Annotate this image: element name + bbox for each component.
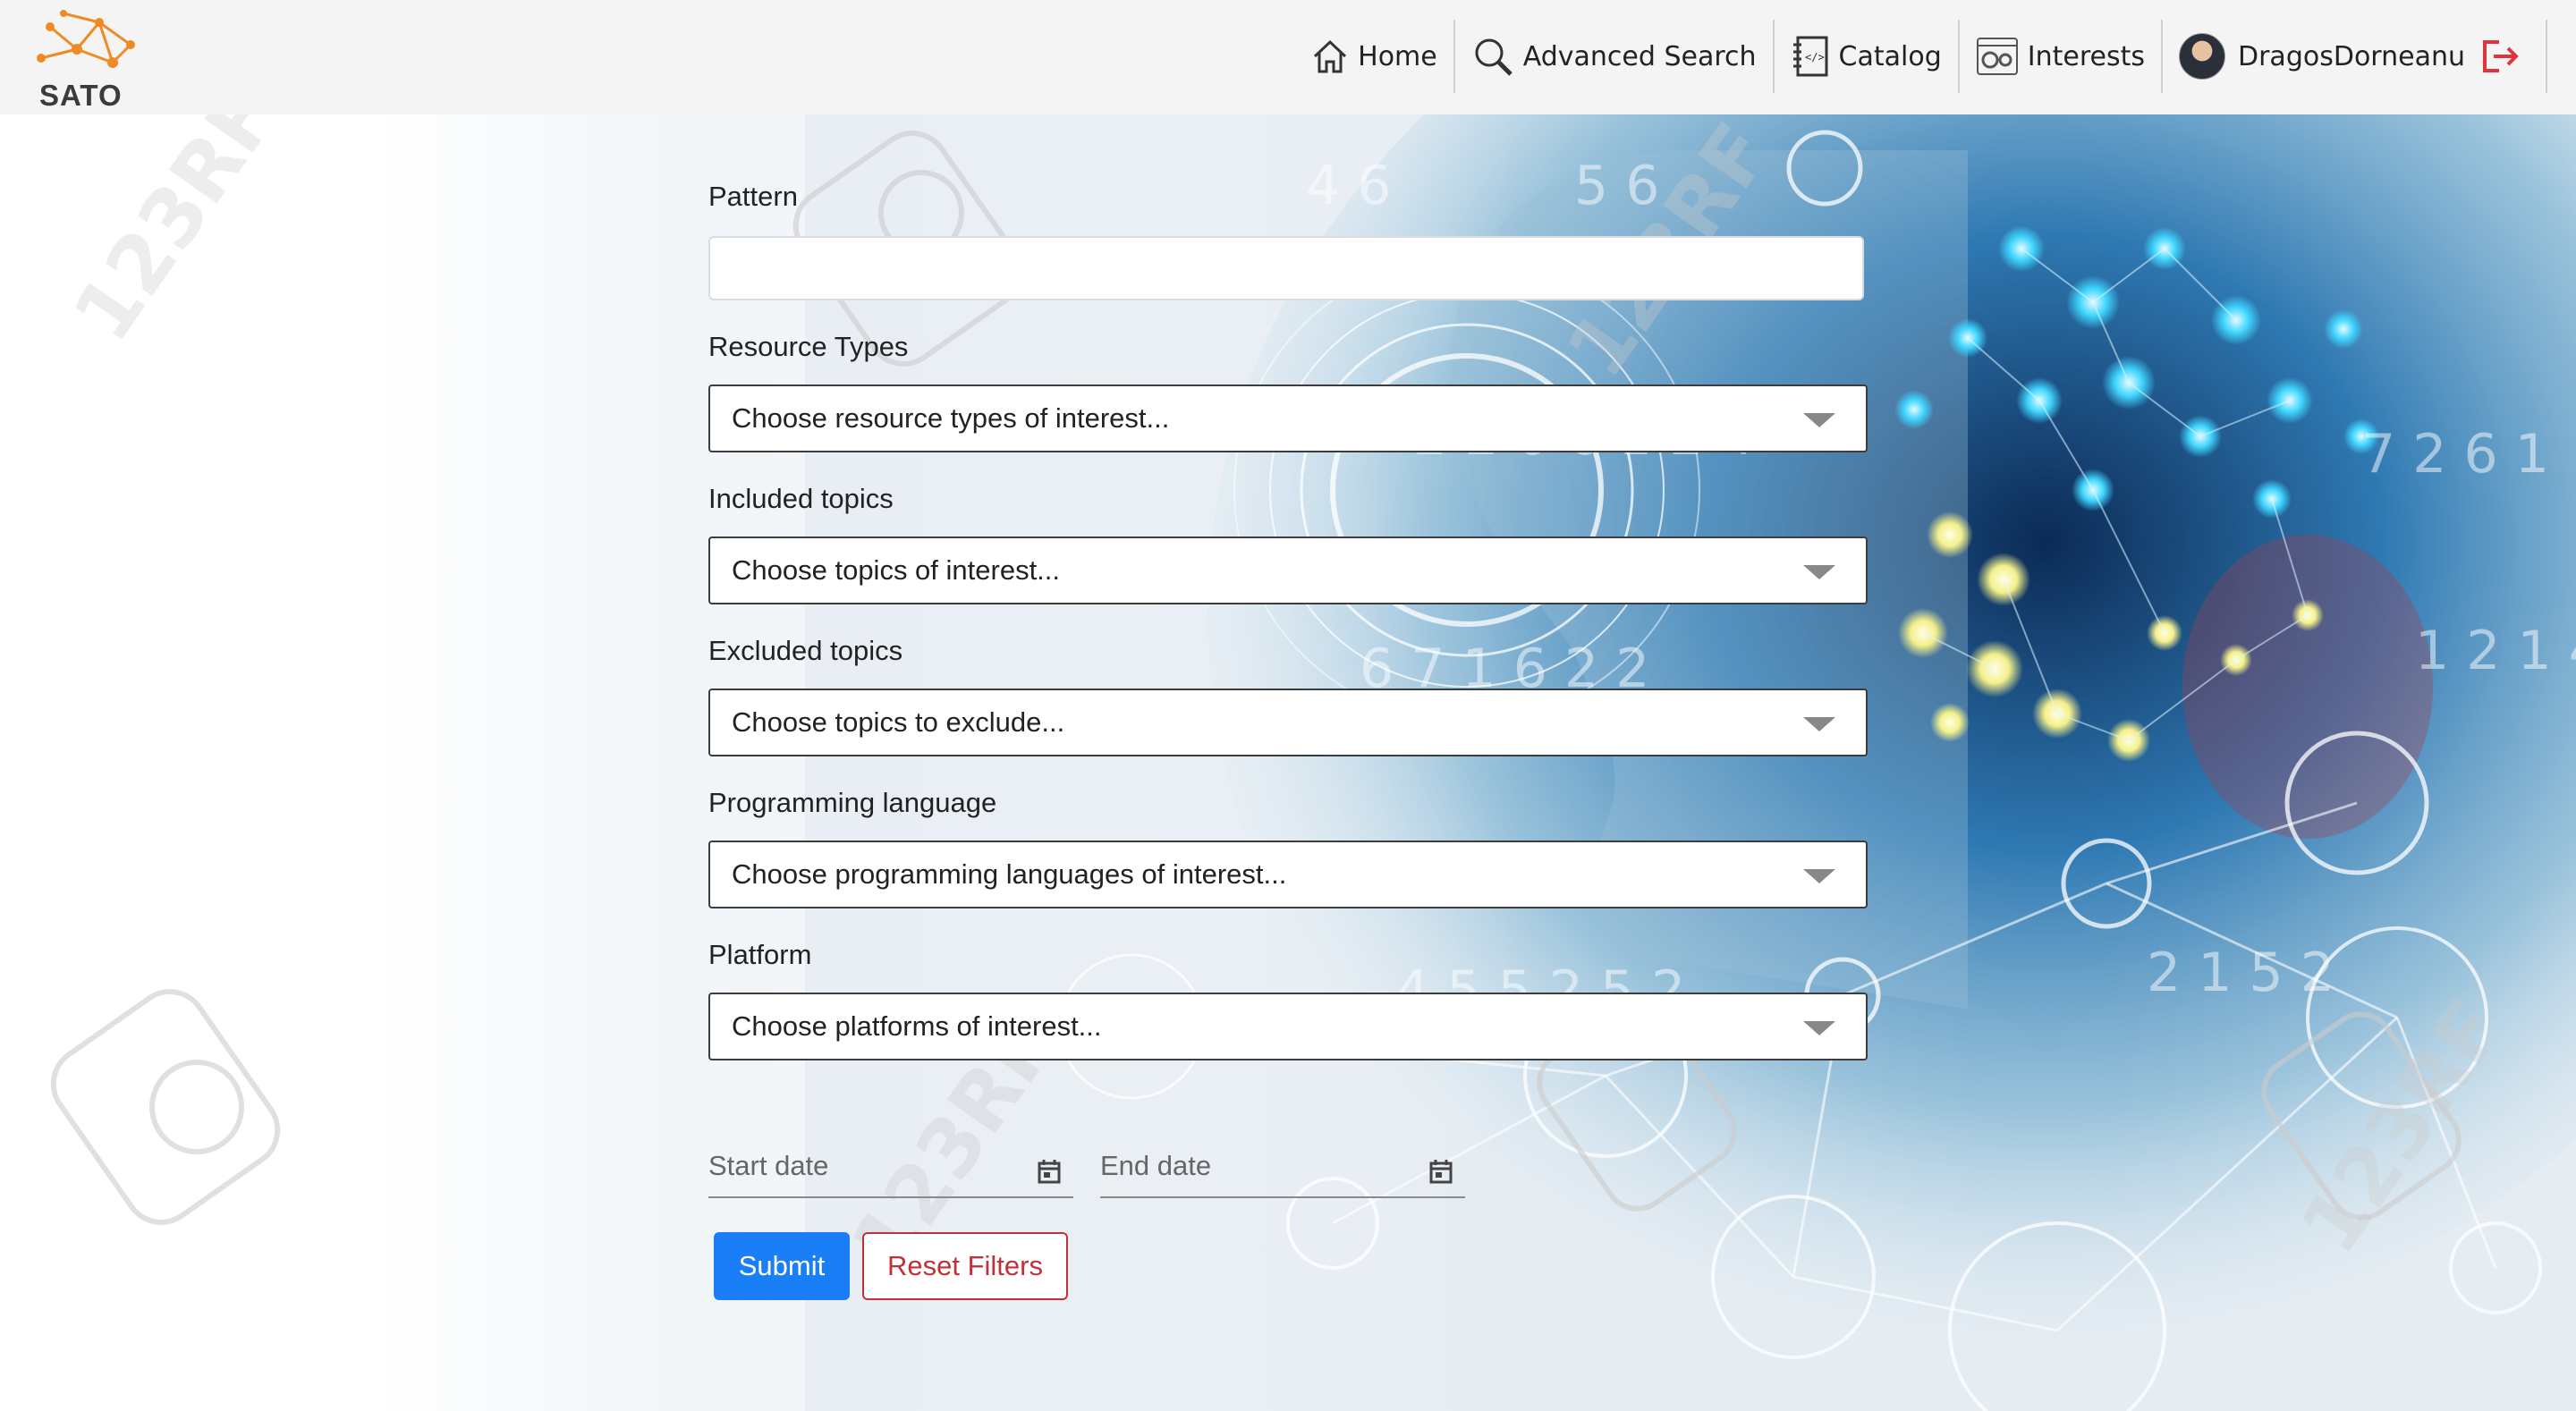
calendar-icon[interactable] — [1038, 1159, 1061, 1184]
dropdown-arrow-icon — [1803, 869, 1835, 883]
svg-text:1 2 1 4: 1 2 1 4 — [2415, 620, 2576, 682]
main-nav: Home Advanced Search </> Catalog Interes… — [1295, 20, 2547, 93]
resource-types-label: Resource Types — [708, 331, 909, 362]
avatar — [2179, 33, 2225, 80]
dropdown-arrow-icon — [1803, 717, 1835, 731]
excluded-topics-group: Excluded topics Choose topics to exclude… — [708, 633, 1868, 756]
sato-logo[interactable]: SATO — [32, 9, 148, 112]
pattern-group: Pattern — [708, 179, 1868, 300]
pattern-input[interactable] — [708, 236, 1864, 300]
dropdown-arrow-icon — [1803, 565, 1835, 579]
nav-home[interactable]: Home — [1295, 20, 1455, 93]
programming-language-placeholder: Choose programming languages of interest… — [732, 858, 1287, 890]
end-date-placeholder: End date — [1100, 1150, 1212, 1181]
top-navbar: SATO Home Advanced Search </> Catalog In… — [0, 0, 2576, 114]
excluded-topics-placeholder: Choose topics to exclude... — [732, 706, 1065, 738]
platform-group: Platform Choose platforms of interest... — [708, 937, 1868, 1060]
reset-filters-button[interactable]: Reset Filters — [862, 1232, 1068, 1300]
end-date-field[interactable]: End date — [1100, 1141, 1465, 1198]
nav-interests-label: Interests — [2027, 40, 2145, 72]
dropdown-arrow-icon — [1803, 413, 1835, 427]
programming-language-label: Programming language — [708, 787, 997, 818]
gears-icon — [1976, 38, 2018, 75]
excluded-topics-select[interactable]: Choose topics to exclude... — [708, 689, 1868, 756]
network-logo-icon — [37, 10, 135, 68]
platform-label: Platform — [708, 939, 812, 970]
notebook-icon: </> — [1792, 36, 1828, 77]
user-name: DragosDorneanu — [2238, 40, 2465, 72]
start-date-placeholder: Start date — [708, 1150, 829, 1181]
dropdown-arrow-icon — [1803, 1021, 1835, 1035]
excluded-topics-label: Excluded topics — [708, 635, 903, 666]
resource-types-select[interactable]: Choose resource types of interest... — [708, 384, 1868, 452]
nav-advanced-search-label: Advanced Search — [1522, 40, 1757, 72]
start-date-field[interactable]: Start date — [708, 1141, 1073, 1198]
nav-interests[interactable]: Interests — [1960, 20, 2163, 93]
svg-text:</>: </> — [1805, 51, 1825, 63]
nav-catalog[interactable]: </> Catalog — [1775, 20, 1960, 93]
search-filters-form: Pattern Resource Types Choose resource t… — [708, 179, 1868, 1089]
platform-placeholder: Choose platforms of interest... — [732, 1010, 1102, 1042]
resource-types-group: Resource Types Choose resource types of … — [708, 329, 1868, 452]
platform-select[interactable]: Choose platforms of interest... — [708, 993, 1868, 1060]
calendar-icon[interactable] — [1429, 1159, 1453, 1184]
nav-home-label: Home — [1358, 40, 1437, 72]
svg-text:2 1 5 2: 2 1 5 2 — [2147, 942, 2334, 1004]
included-topics-placeholder: Choose topics of interest... — [732, 554, 1061, 586]
submit-button[interactable]: Submit — [714, 1232, 850, 1300]
logo-text: SATO — [39, 79, 123, 112]
house-icon — [1314, 39, 1347, 73]
included-topics-select[interactable]: Choose topics of interest... — [708, 537, 1868, 604]
resource-types-placeholder: Choose resource types of interest... — [732, 402, 1170, 434]
magnifier-icon — [1475, 38, 1513, 76]
nav-catalog-label: Catalog — [1838, 40, 1942, 72]
date-range: Start date End date — [708, 1141, 1469, 1200]
nav-advanced-search[interactable]: Advanced Search — [1455, 20, 1775, 93]
included-topics-group: Included topics Choose topics of interes… — [708, 481, 1868, 604]
included-topics-label: Included topics — [708, 483, 894, 514]
logout-icon[interactable] — [2481, 38, 2521, 74]
programming-language-group: Programming language Choose programming … — [708, 785, 1868, 908]
svg-text:7 2 6 1: 7 2 6 1 — [2361, 423, 2549, 486]
nav-user-menu[interactable]: DragosDorneanu — [2163, 20, 2547, 93]
pattern-label: Pattern — [708, 181, 798, 212]
programming-language-select[interactable]: Choose programming languages of interest… — [708, 841, 1868, 908]
form-actions: Submit Reset Filters — [714, 1232, 1068, 1300]
